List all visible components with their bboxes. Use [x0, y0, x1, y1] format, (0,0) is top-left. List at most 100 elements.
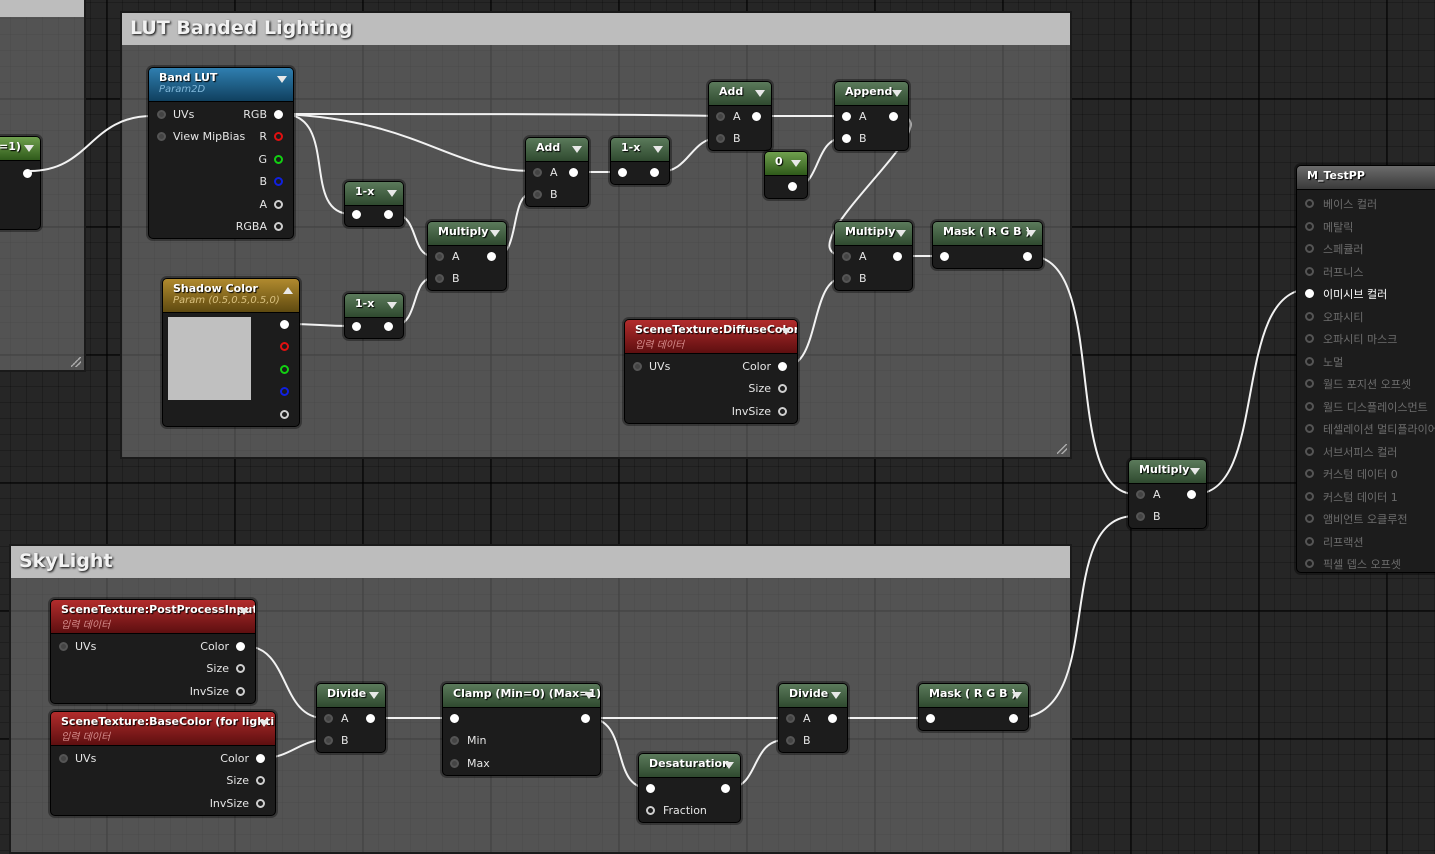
divide-node[interactable]: Divide A B	[778, 683, 848, 753]
comment-title[interactable]: SkyLight	[11, 546, 1070, 578]
invsize-output-pin[interactable]	[236, 687, 245, 696]
output-pin[interactable]	[581, 714, 590, 723]
chevron-down-icon[interactable]	[259, 720, 269, 727]
add-node[interactable]: Add A B	[708, 81, 772, 151]
output-pin[interactable]	[1009, 714, 1018, 723]
a-input-pin[interactable]	[435, 252, 444, 261]
node-header[interactable]: Multiply	[428, 222, 506, 246]
b-input-pin[interactable]	[533, 190, 542, 199]
node-header[interactable]: 1-x	[345, 182, 403, 206]
a-input-pin[interactable]	[716, 112, 725, 121]
chevron-down-icon[interactable]	[584, 692, 594, 699]
a-input-pin[interactable]	[324, 714, 333, 723]
one-minus-node[interactable]: 1-x	[344, 293, 404, 339]
chevron-down-icon[interactable]	[724, 762, 734, 769]
b-input-pin[interactable]	[1136, 512, 1145, 521]
b-input-pin[interactable]	[786, 736, 795, 745]
input-pin[interactable]	[1305, 536, 1314, 546]
a-output-pin[interactable]	[274, 200, 283, 209]
fraction-input-pin[interactable]	[646, 806, 655, 815]
node-header[interactable]: Divide	[779, 684, 847, 708]
input-pin[interactable]	[1305, 221, 1314, 231]
mask-rgb-node[interactable]: Mask ( R G B )	[918, 683, 1029, 731]
material-result-node[interactable]: M_TestPP 베이스 컬러 메탈릭 스페큘러 러프니스 이미시브 컬러 오파시티 오파시…	[1296, 165, 1435, 573]
resize-grip[interactable]	[71, 357, 81, 367]
chevron-down-icon[interactable]	[277, 76, 287, 83]
a-input-pin[interactable]	[786, 714, 795, 723]
node-header[interactable]: 1-x	[611, 138, 669, 162]
chevron-down-icon[interactable]	[387, 190, 397, 197]
divide-node[interactable]: Divide A B	[316, 683, 386, 753]
output-pin[interactable]	[366, 714, 375, 723]
input-pin[interactable]	[926, 714, 935, 723]
output-pin[interactable]	[487, 252, 496, 261]
input-pin[interactable]	[1305, 199, 1314, 208]
invsize-output-pin[interactable]	[256, 799, 265, 808]
input-pin[interactable]	[1305, 491, 1314, 501]
node-header[interactable]: Desaturation	[639, 754, 740, 778]
scene-texture-basecolor-node[interactable]: SceneTexture:BaseColor (for lighting) 입력…	[50, 711, 276, 816]
node-header[interactable]: M_TestPP	[1297, 166, 1435, 190]
node-header[interactable]: SceneTexture:BaseColor (for lighting) 입력…	[51, 712, 275, 746]
add-node[interactable]: Add A B	[525, 137, 589, 207]
node-header[interactable]: 0	[765, 152, 807, 176]
scene-texture-diffuse-node[interactable]: SceneTexture:DiffuseColor 입력 데이터 UVs Col…	[624, 319, 798, 424]
color-output-pin[interactable]	[256, 754, 265, 763]
a-input-pin[interactable]	[842, 112, 851, 121]
size-output-pin[interactable]	[778, 384, 787, 393]
node-header[interactable]: Clamp (Min=0) (Max=1)	[443, 684, 600, 708]
b-input-pin[interactable]	[716, 134, 725, 143]
chevron-down-icon[interactable]	[1026, 230, 1036, 237]
input-pin[interactable]	[1305, 401, 1314, 411]
mask-rgb-node[interactable]: Mask ( R G B )	[932, 221, 1043, 269]
output-pin[interactable]	[280, 320, 289, 329]
node-header[interactable]: Add	[526, 138, 588, 162]
r-output-pin[interactable]	[274, 132, 283, 141]
chevron-down-icon[interactable]	[369, 692, 379, 699]
input-pin[interactable]	[1305, 311, 1314, 321]
r-output-pin[interactable]	[280, 342, 289, 351]
chevron-down-icon[interactable]	[653, 146, 663, 153]
a-input-pin[interactable]	[533, 168, 542, 177]
node-header[interactable]: Shadow Color Param (0.5,0.5,0.5,0)	[163, 279, 299, 313]
uvs-input-pin[interactable]	[157, 110, 166, 119]
input-pin[interactable]	[1305, 514, 1314, 523]
chevron-down-icon[interactable]	[755, 90, 765, 97]
input-pin[interactable]	[1305, 446, 1314, 456]
output-pin[interactable]	[788, 182, 797, 191]
output-pin[interactable]	[893, 252, 902, 261]
clamp-node[interactable]: Clamp (Min=0) (Max=1) Min Max	[442, 683, 601, 776]
node-header[interactable]: SceneTexture:DiffuseColor 입력 데이터	[625, 320, 797, 354]
input-pin[interactable]	[450, 714, 459, 723]
chevron-down-icon[interactable]	[24, 145, 34, 152]
input-pin[interactable]	[1305, 334, 1314, 343]
invsize-output-pin[interactable]	[778, 407, 787, 416]
input-pin[interactable]	[1305, 379, 1314, 388]
output-pin[interactable]	[384, 210, 393, 219]
shadow-color-node[interactable]: Shadow Color Param (0.5,0.5,0.5,0)	[162, 278, 300, 427]
constant-zero-node[interactable]: 0	[764, 151, 808, 199]
append-node[interactable]: Append A B	[834, 81, 909, 151]
input-pin[interactable]	[646, 784, 655, 793]
output-pin[interactable]	[569, 168, 578, 177]
input-pin[interactable]	[1305, 244, 1314, 253]
desaturation-node[interactable]: Desaturation Fraction	[638, 753, 741, 823]
comment-title[interactable]: LUT Banded Lighting	[122, 13, 1070, 45]
chevron-down-icon[interactable]	[1190, 468, 1200, 475]
output-pin[interactable]	[384, 322, 393, 331]
g-output-pin[interactable]	[280, 365, 289, 374]
node-header[interactable]: 1-x	[345, 294, 403, 318]
chevron-up-icon[interactable]	[283, 287, 293, 294]
chevron-down-icon[interactable]	[896, 230, 906, 237]
multiply-node[interactable]: Multiply A B	[834, 221, 913, 291]
color-output-pin[interactable]	[236, 642, 245, 651]
multiply-node[interactable]: Multiply A B	[427, 221, 507, 291]
chevron-down-icon[interactable]	[791, 160, 801, 167]
chevron-down-icon[interactable]	[387, 302, 397, 309]
one-minus-node[interactable]: 1-x	[610, 137, 670, 185]
chevron-down-icon[interactable]	[781, 328, 791, 335]
input-pin[interactable]	[618, 168, 627, 177]
b-input-pin[interactable]	[842, 274, 851, 283]
scene-texture-postprocess-node[interactable]: SceneTexture:PostProcessInput0 입력 데이터 UV…	[50, 599, 256, 704]
size-output-pin[interactable]	[256, 776, 265, 785]
